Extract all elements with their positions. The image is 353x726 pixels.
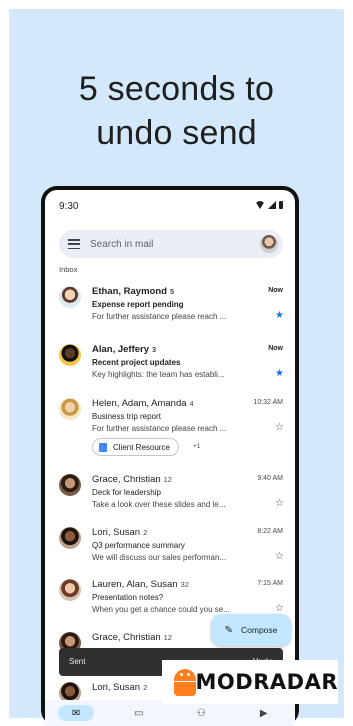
headline-line-1: 5 seconds to: [78, 70, 275, 108]
email-time: 7:15 AM: [257, 580, 283, 587]
meet-icon[interactable]: ▶: [246, 705, 282, 721]
email-time: Now: [268, 345, 283, 352]
email-sender: Lauren, Alan, Susan 32: [92, 579, 189, 590]
email-subject: Deck for leadership: [92, 488, 161, 497]
compose-button[interactable]: ✎ Compose: [211, 614, 291, 646]
email-row[interactable]: Helen, Adam, Amanda 4 10:32 AM Business t…: [45, 396, 295, 466]
mail-icon[interactable]: ✉: [58, 705, 95, 721]
inbox-label: Inbox: [59, 265, 78, 274]
headline-line-2: undo send: [96, 114, 257, 152]
battery-icon: [279, 201, 283, 209]
avatar: [59, 286, 81, 308]
email-snippet: Take a look over these slides and le...: [92, 500, 226, 509]
email-sender: Ethan, Raymond 5: [92, 286, 175, 297]
star-icon[interactable]: ★: [275, 311, 284, 321]
email-sender: Lori, Susan 2: [92, 682, 148, 693]
signal-icon: [268, 201, 276, 209]
promo-headline: 5 seconds to undo send: [9, 67, 344, 155]
star-icon[interactable]: ☆: [275, 552, 284, 562]
search-placeholder[interactable]: Search in mail: [90, 239, 260, 250]
star-icon[interactable]: ☆: [275, 499, 284, 509]
email-sender: Lori, Susan 2: [92, 527, 148, 538]
email-sender: Grace, Christian 12: [92, 632, 172, 643]
email-subject: Expense report pending: [92, 300, 184, 309]
email-time: Now: [268, 287, 283, 294]
email-time: 8:22 AM: [257, 528, 283, 535]
email-subject: Recent project updates: [92, 358, 181, 367]
account-avatar[interactable]: [260, 235, 278, 253]
modradar-watermark: MODRADAR: [162, 660, 338, 704]
pencil-icon: ✎: [224, 624, 233, 636]
email-subject: Presentation notes?: [92, 593, 164, 602]
email-snippet: We will discuss our sales performan...: [92, 553, 227, 562]
avatar: [59, 579, 81, 601]
gmail-screen: 9:30 Search in mail Inbox Ethan, Raymond…: [45, 190, 295, 726]
email-sender: Alan, Jeffery 3: [92, 344, 157, 355]
android-logo-icon: [166, 663, 196, 701]
avatar: [59, 344, 81, 366]
email-sender: Helen, Adam, Amanda 4: [92, 398, 194, 409]
avatar: [59, 474, 81, 496]
status-bar: 9:30: [45, 190, 295, 218]
email-subject: Business trip report: [92, 412, 161, 421]
email-row[interactable]: Lori, Susan 2 8:22 AM Q3 performance summ…: [45, 525, 295, 583]
watermark-text: MODRADAR: [195, 670, 338, 694]
compose-label: Compose: [241, 625, 278, 635]
avatar: [59, 527, 81, 549]
phone-frame: 9:30 Search in mail Inbox Ethan, Raymond…: [41, 186, 299, 726]
email-snippet: For further assistance please reach ...: [92, 424, 227, 433]
star-icon[interactable]: ★: [275, 369, 284, 379]
chat-icon[interactable]: ▭: [121, 705, 157, 721]
email-snippet: For further assistance please reach ...: [92, 312, 227, 321]
email-row[interactable]: Grace, Christian 12 9:40 AM Deck for lead…: [45, 472, 295, 530]
email-row[interactable]: Ethan, Raymond 5 Now Expense report pendi…: [45, 284, 295, 342]
email-snippet: When you get a chance could you se...: [92, 605, 230, 614]
avatar: [59, 398, 81, 420]
status-time: 9:30: [59, 201, 79, 212]
attachment-name: Client Resource: [113, 442, 170, 452]
snackbar-message: Sent: [69, 657, 86, 666]
email-time: 9:40 AM: [257, 475, 283, 482]
star-icon[interactable]: ☆: [275, 423, 284, 433]
attachment-more: +1: [193, 443, 201, 450]
star-icon[interactable]: ☆: [275, 604, 284, 614]
email-time: 10:32 AM: [253, 399, 283, 406]
email-row[interactable]: Alan, Jeffery 3 Now Recent project update…: [45, 342, 295, 400]
email-subject: Q3 performance summary: [92, 541, 185, 550]
document-icon: [99, 442, 107, 452]
email-sender: Grace, Christian 12: [92, 474, 172, 485]
search-bar[interactable]: Search in mail: [59, 230, 283, 258]
attachment-chip[interactable]: Client Resource: [92, 438, 179, 456]
menu-icon[interactable]: [68, 239, 80, 249]
email-snippet: Key highlights: the team has establi...: [92, 370, 225, 379]
wifi-icon: [255, 201, 265, 209]
spaces-icon[interactable]: ⚇: [183, 705, 219, 721]
status-icons: [255, 201, 283, 209]
